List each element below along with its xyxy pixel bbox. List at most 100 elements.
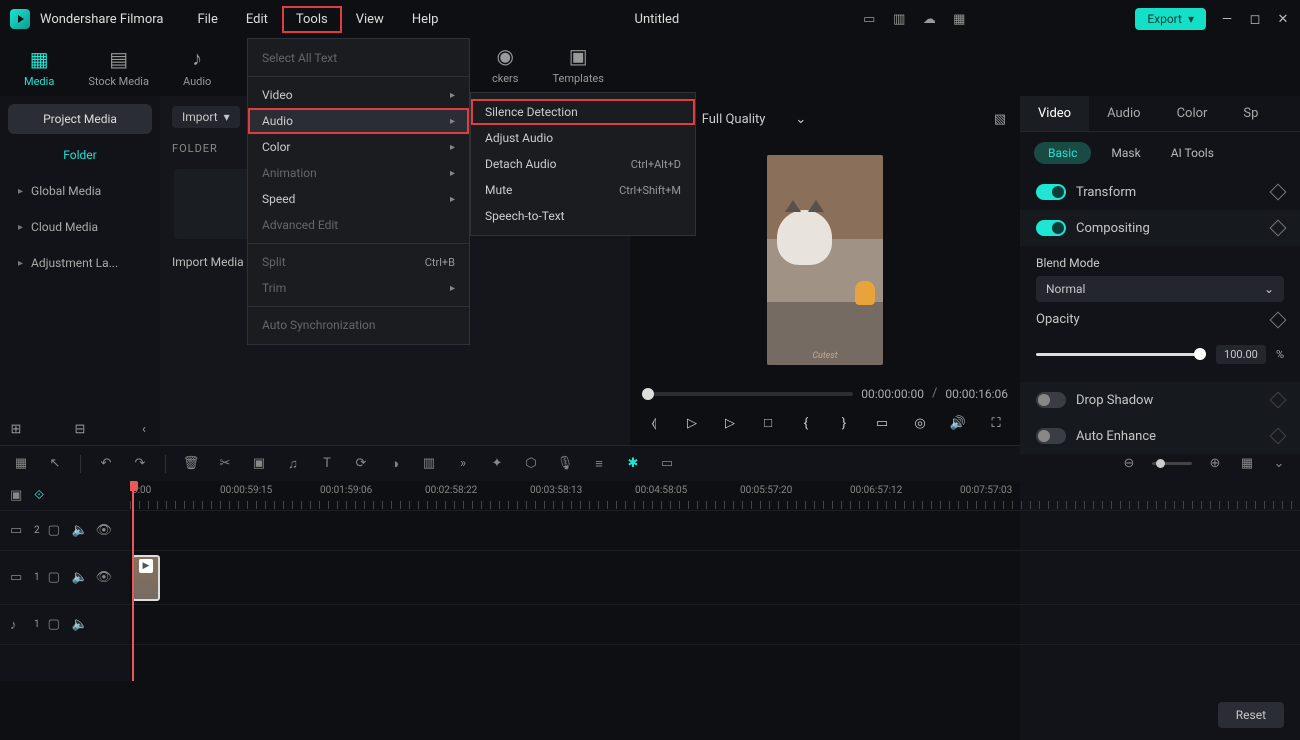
- timeline-lock-icon[interactable]: ▣: [10, 488, 26, 504]
- lock-icon[interactable]: ▢: [48, 570, 64, 586]
- opacity-slider[interactable]: [1036, 353, 1206, 356]
- new-folder-icon[interactable]: ⊞: [8, 421, 24, 437]
- opacity-value[interactable]: 100.00: [1216, 345, 1266, 364]
- dd-mute[interactable]: MuteCtrl+Shift+M: [471, 177, 695, 203]
- sidebar-item-adjustment-layer[interactable]: Adjustment La...: [8, 248, 152, 278]
- timeline-ruler[interactable]: 0:00 00:00:59:15 00:01:59:06 00:02:58:22…: [130, 481, 1300, 511]
- volume-icon[interactable]: 🔊: [948, 413, 968, 433]
- menu-help[interactable]: Help: [398, 6, 453, 33]
- rtab-color[interactable]: Color: [1159, 96, 1226, 131]
- music-icon[interactable]: ♫: [284, 455, 302, 473]
- lock-icon[interactable]: ▢: [48, 617, 64, 633]
- subtab-basic[interactable]: Basic: [1034, 142, 1091, 164]
- pointer-icon[interactable]: ↖: [46, 455, 64, 473]
- redo-icon[interactable]: ↷: [131, 455, 149, 473]
- minimize-icon[interactable]: —: [1220, 12, 1234, 26]
- menu-file[interactable]: File: [183, 6, 231, 33]
- dd-silence-detection[interactable]: Silence Detection: [471, 99, 695, 125]
- view-grid-icon[interactable]: ▦: [1238, 455, 1256, 473]
- export-button[interactable]: Export▾: [1135, 8, 1206, 30]
- track-head-video1[interactable]: ▭1 ▢ 🔈 👁: [0, 551, 130, 605]
- folder-alt-icon[interactable]: ⊟: [72, 421, 88, 437]
- crop-icon[interactable]: ▣: [250, 455, 268, 473]
- sidebar-item-cloud-media[interactable]: Cloud Media: [8, 212, 152, 242]
- tab-stickers[interactable]: ◉ckers: [478, 40, 532, 89]
- dd-speech-to-text[interactable]: Speech-to-Text: [471, 203, 695, 229]
- step-back-button[interactable]: ▷: [682, 413, 702, 433]
- close-icon[interactable]: ✕: [1276, 12, 1290, 26]
- view-menu-icon[interactable]: ⌄: [1270, 455, 1288, 473]
- keyframe-icon[interactable]: [1270, 311, 1287, 328]
- grid-icon[interactable]: ▦: [12, 455, 30, 473]
- rtab-sp[interactable]: Sp: [1225, 96, 1276, 131]
- rtab-audio[interactable]: Audio: [1089, 96, 1158, 131]
- eye-icon[interactable]: 👁: [96, 523, 112, 539]
- video-preview[interactable]: Cutest: [767, 155, 883, 365]
- link-icon[interactable]: ⟐: [34, 488, 50, 504]
- star-icon[interactable]: ✦: [488, 455, 506, 473]
- dd-advanced-edit[interactable]: Advanced Edit: [248, 212, 469, 238]
- delete-icon[interactable]: 🗑: [182, 455, 200, 473]
- dd-detach-audio[interactable]: Detach AudioCtrl+Alt+D: [471, 151, 695, 177]
- camera-icon[interactable]: ◎: [910, 413, 930, 433]
- cloud-icon[interactable]: ☁: [921, 11, 937, 27]
- tab-templates[interactable]: ▣Templates: [538, 40, 617, 89]
- folder-label[interactable]: Folder: [8, 140, 152, 170]
- cut-icon[interactable]: ✂: [216, 455, 234, 473]
- fullscreen-icon[interactable]: ⛶: [986, 413, 1006, 433]
- track-video2[interactable]: [130, 511, 1300, 551]
- stop-button[interactable]: □: [758, 413, 778, 433]
- play-button[interactable]: ▷: [720, 413, 740, 433]
- rtab-video[interactable]: Video: [1020, 96, 1089, 131]
- mute-icon[interactable]: 🔈: [72, 617, 88, 633]
- frame-icon[interactable]: ▭: [658, 455, 676, 473]
- maximize-icon[interactable]: ◻: [1248, 12, 1262, 26]
- equalizer-icon[interactable]: ≡: [590, 455, 608, 473]
- keyframe-icon[interactable]: [1270, 220, 1287, 237]
- subtab-mask[interactable]: Mask: [1101, 142, 1150, 164]
- speed-icon[interactable]: ⟳: [352, 455, 370, 473]
- dd-audio[interactable]: Audio▸: [248, 108, 469, 134]
- undo-icon[interactable]: ↶: [97, 455, 115, 473]
- shield-icon[interactable]: ⬡: [522, 455, 540, 473]
- import-button[interactable]: Import▾: [172, 106, 240, 128]
- tab-audio[interactable]: ♪Audio: [169, 42, 225, 92]
- snapshot-icon[interactable]: ▧: [992, 112, 1008, 128]
- track-head-video2[interactable]: ▭2 ▢ 🔈 👁: [0, 511, 130, 551]
- eye-icon[interactable]: 👁: [96, 570, 112, 586]
- subtab-ai-tools[interactable]: AI Tools: [1161, 142, 1224, 164]
- video-clip[interactable]: [132, 555, 160, 601]
- quality-select[interactable]: Full Quality⌄: [692, 108, 817, 131]
- more-icon[interactable]: »: [454, 455, 472, 473]
- text-icon[interactable]: T: [318, 455, 336, 473]
- menu-view[interactable]: View: [342, 6, 398, 33]
- mark-out-button[interactable]: }: [834, 413, 854, 433]
- menu-tools[interactable]: Tools: [282, 6, 342, 33]
- reset-button[interactable]: Reset: [1218, 702, 1284, 728]
- effects-icon[interactable]: ▥: [420, 455, 438, 473]
- dd-trim[interactable]: Trim▸: [248, 275, 469, 301]
- compositing-toggle[interactable]: [1036, 220, 1066, 236]
- lock-icon[interactable]: ▢: [48, 523, 64, 539]
- blend-mode-select[interactable]: Normal⌄: [1036, 276, 1284, 302]
- project-media-button[interactable]: Project Media: [8, 104, 152, 134]
- dd-color[interactable]: Color▸: [248, 134, 469, 160]
- track-video1[interactable]: [130, 551, 1300, 605]
- mic-icon[interactable]: 🎙: [556, 455, 574, 473]
- track-head-audio1[interactable]: ♪1 ▢ 🔈: [0, 605, 130, 645]
- auto-enhance-toggle[interactable]: [1036, 428, 1066, 444]
- dd-adjust-audio[interactable]: Adjust Audio: [471, 125, 695, 151]
- zoom-in-icon[interactable]: ⊕: [1206, 455, 1224, 473]
- save-icon[interactable]: ▥: [891, 11, 907, 27]
- zoom-out-icon[interactable]: ⊖: [1120, 455, 1138, 473]
- keyframe-icon[interactable]: [1270, 392, 1287, 409]
- dd-split[interactable]: SplitCtrl+B: [248, 249, 469, 275]
- tab-stock-media[interactable]: ▤Stock Media: [74, 43, 163, 92]
- device-icon[interactable]: ▭: [861, 11, 877, 27]
- menu-edit[interactable]: Edit: [232, 6, 282, 33]
- dd-select-all-text[interactable]: Select All Text: [248, 45, 469, 71]
- mute-icon[interactable]: 🔈: [72, 523, 88, 539]
- dd-animation[interactable]: Animation▸: [248, 160, 469, 186]
- ai-icon[interactable]: ✱: [624, 455, 642, 473]
- collapse-panel-icon[interactable]: ‹: [136, 421, 152, 437]
